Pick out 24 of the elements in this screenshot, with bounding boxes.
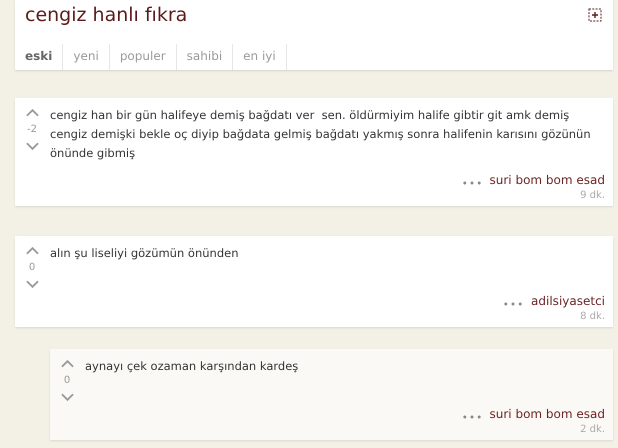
- downvote-icon[interactable]: [26, 142, 38, 151]
- downvote-icon[interactable]: [60, 393, 74, 402]
- upvote-icon[interactable]: [26, 246, 38, 255]
- comment-text: aynayı çek ozaman karşından kardeş: [85, 358, 300, 375]
- comment-text: alın şu liseliyi gözümün önünden: [50, 245, 240, 262]
- expand-icon[interactable]: [588, 8, 602, 22]
- author-link[interactable]: adilsiyasetci: [531, 294, 605, 308]
- more-options-icon[interactable]: [462, 181, 481, 185]
- vote-count: -2: [27, 124, 37, 135]
- page-title: cengiz hanlı fıkra: [25, 4, 188, 26]
- vote-count: 0: [64, 375, 70, 386]
- more-options-icon[interactable]: [504, 302, 522, 306]
- downvote-icon[interactable]: [26, 280, 38, 289]
- upvote-icon[interactable]: [26, 108, 38, 117]
- more-options-icon[interactable]: [462, 415, 481, 419]
- comment-text: cengiz han bir gün halifeye demiş bağdatı ver sen. öldürmiyim halife gibtir git amk demiş cengiz demişki bekle oç diyip bağdata gelmiş bağdatı yakmış sonra halifenin karısını gözünün önünde gibmiş: [50, 107, 592, 162]
- comment-time: 9 dk.: [580, 190, 605, 201]
- sort-tab[interactable]: eski: [25, 44, 64, 70]
- comment-time: 2 dk.: [580, 424, 605, 435]
- author-link[interactable]: suri bom bom esad: [490, 173, 605, 187]
- upvote-icon[interactable]: [60, 359, 74, 368]
- author-link[interactable]: suri bom bom esad: [490, 407, 605, 421]
- comment-time: 8 dk.: [580, 311, 605, 322]
- vote-count: 0: [28, 262, 36, 273]
